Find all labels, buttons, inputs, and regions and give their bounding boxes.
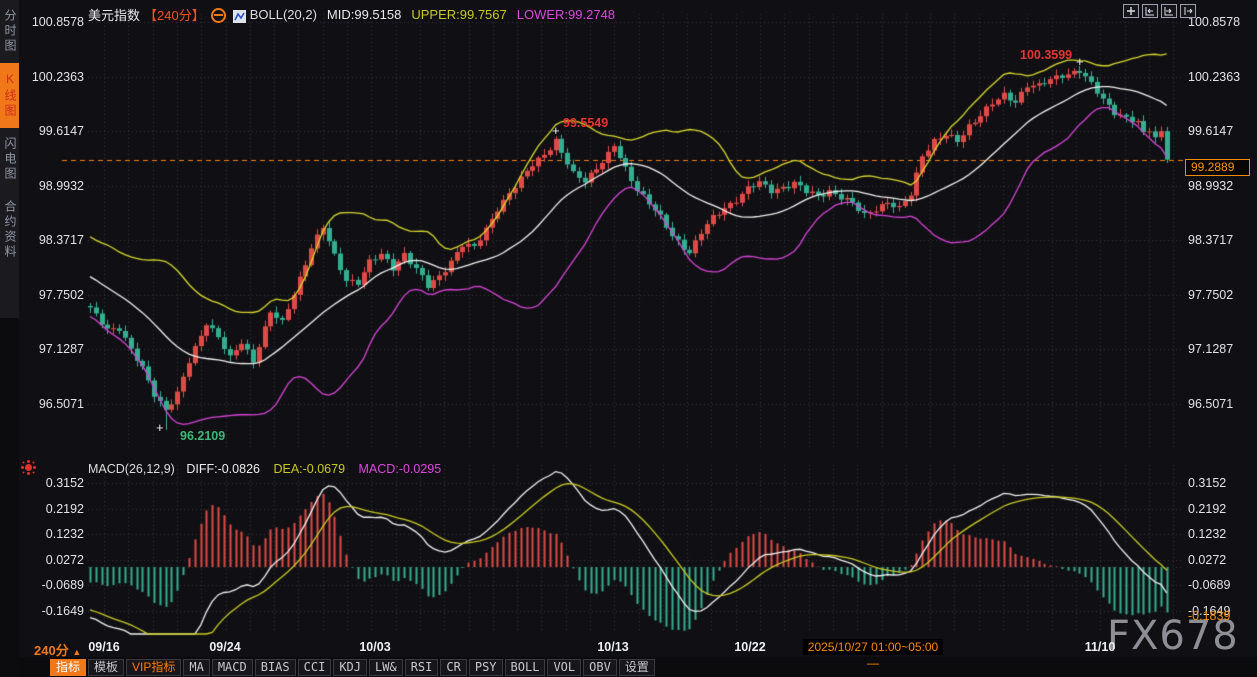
- current-macd-value: -0.1839: [1188, 609, 1231, 623]
- toolbar-button-macd[interactable]: MACD: [211, 659, 253, 676]
- price-axis-label-left: 100.2363: [31, 69, 84, 84]
- symbol-title: 美元指数: [88, 8, 141, 23]
- macd-macd-value: MACD:-0.0295: [358, 462, 442, 476]
- pan-right-icon[interactable]: [1180, 4, 1196, 18]
- price-axis-label-right: 97.1287: [1188, 342, 1234, 357]
- toolbar-button-lw[interactable]: LW&: [369, 659, 403, 676]
- toolbar-button-psy[interactable]: PSY: [468, 659, 503, 676]
- toolbar-button-[interactable]: 设置: [618, 659, 655, 676]
- corner-toolbar: [1123, 4, 1196, 18]
- move-tool-icon[interactable]: [1123, 4, 1139, 18]
- toolbar-button-rsi[interactable]: RSI: [404, 659, 439, 676]
- boll-lower-value: LOWER:99.2748: [516, 7, 616, 22]
- period-selector[interactable]: 240分 ▲: [34, 640, 81, 659]
- current-price-box: 99.2889: [1185, 159, 1250, 176]
- boll-mid-value: MID:99.5158: [326, 7, 402, 22]
- price-axis-label-left: 96.5071: [38, 396, 84, 411]
- sidebar-tab-contract-info[interactable]: 合约资料: [0, 191, 19, 269]
- price-annotation: 96.2109: [180, 429, 226, 443]
- date-tick-label: 10/03: [359, 640, 391, 654]
- annotation-cross-marker: +: [156, 420, 164, 435]
- date-tick-label: 09/24: [209, 640, 241, 654]
- price-axis-label-right: 98.9932: [1188, 178, 1234, 193]
- toolbar-button-cci[interactable]: CCI: [297, 659, 332, 676]
- toolbar-button-vip[interactable]: VIP指标: [126, 659, 182, 676]
- price-axis-label-left: 99.6147: [38, 124, 84, 139]
- compress-right-icon[interactable]: [1161, 4, 1177, 18]
- price-axis-label-right: 97.7502: [1188, 287, 1234, 302]
- macd-axis-label-left: -0.0689: [41, 578, 84, 593]
- macd-title: MACD(26,12,9): [88, 462, 175, 476]
- boll-mini-icon: [232, 10, 246, 23]
- macd-axis-label-left: 0.3152: [45, 476, 84, 490]
- macd-axis-label-right: -0.0689: [1188, 578, 1231, 593]
- macd-axis-label-left: 0.2192: [45, 501, 84, 516]
- toolbar-button-kdj[interactable]: KDJ: [333, 659, 368, 676]
- price-axis-label-right: 99.6147: [1188, 124, 1234, 139]
- toolbar-button-boll[interactable]: BOLL: [504, 659, 546, 676]
- macd-axis-label-left: 0.0272: [45, 552, 84, 567]
- boll-label: BOLL(20,2): [249, 7, 317, 22]
- toolbar-button-[interactable]: 模板: [88, 659, 125, 676]
- indicator-toolbar: 指标 模板 VIP指标 MA MACD BIAS CCI KDJ LW& RSI CR PSY BOLL…: [50, 659, 655, 676]
- sidebar-tab-time-chart[interactable]: 分时图: [0, 0, 19, 63]
- price-axis-label-left: 97.7502: [38, 287, 84, 302]
- date-tick-label: 10/22: [734, 640, 766, 654]
- period-badge: 【240分】: [144, 8, 205, 23]
- price-axis-label-left: 98.9932: [38, 178, 84, 193]
- date-tick-label: 09/16: [88, 640, 120, 654]
- sidebar-tab-lightning-chart[interactable]: 闪电图: [0, 128, 19, 191]
- price-annotation: 100.3599: [1020, 48, 1073, 62]
- price-axis-label-left: 97.1287: [38, 342, 84, 357]
- macd-axis-label-left: 0.1232: [45, 527, 84, 542]
- date-tick-label: 10/13: [597, 640, 629, 654]
- price-annotation: 99.5549: [563, 116, 609, 130]
- price-axis-label-right: 100.2363: [1188, 69, 1241, 84]
- price-axis-label-right: 98.3717: [1188, 233, 1234, 248]
- sidebar-filler: [0, 318, 19, 677]
- macd-axis-label-right: 0.1232: [1188, 527, 1227, 542]
- macd-axis-label-left: -0.1649: [41, 604, 84, 618]
- price-axis-label-right: 96.5071: [1188, 396, 1234, 411]
- toolbar-button-vol[interactable]: VOL: [547, 659, 582, 676]
- toolbar-button-bias[interactable]: BIAS: [254, 659, 296, 676]
- chart-canvas[interactable]: [0, 0, 1257, 677]
- annotation-cross-marker: +: [552, 123, 560, 138]
- annotation-cross-marker: +: [1076, 54, 1084, 69]
- burst-icon[interactable]: [25, 464, 32, 471]
- trading-app-window: 分时图 K线图 闪电图 合约资料 美元指数 【240分】 BOLL(20,2) MID…: [0, 0, 1257, 677]
- sidebar: 分时图 K线图 闪电图 合约资料: [0, 0, 19, 677]
- period-arrow-icon: ▲: [72, 647, 82, 657]
- macd-axis-label-right: 0.2192: [1188, 501, 1227, 516]
- macd-axis-label-right: 0.3152: [1188, 476, 1227, 490]
- collapse-icon[interactable]: [210, 8, 226, 23]
- session-range-box: 2025/10/27 01:00~05:00 —: [803, 639, 943, 670]
- chart-header: 美元指数 【240分】 BOLL(20,2) MID:99.5158 UPPER:99.…: [88, 5, 616, 23]
- macd-diff-value: DIFF:-0.0826: [186, 462, 260, 476]
- compress-left-icon[interactable]: [1142, 4, 1158, 18]
- price-axis-label-left: 98.3717: [38, 233, 84, 248]
- macd-dea-value: DEA:-0.0679: [273, 462, 346, 476]
- toolbar-button-cr[interactable]: CR: [440, 659, 467, 676]
- boll-upper-value: UPPER:99.7567: [411, 7, 507, 22]
- macd-header: MACD(26,12,9) DIFF:-0.0826 DEA:-0.0679 M…: [88, 462, 441, 476]
- sidebar-tab-kline-chart[interactable]: K线图: [0, 63, 19, 128]
- toolbar-button-ma[interactable]: MA: [183, 659, 210, 676]
- macd-axis-label-right: 0.0272: [1188, 552, 1227, 567]
- date-tick-label: 11/10: [1084, 640, 1116, 654]
- price-axis-label-left: 100.8578: [31, 15, 84, 29]
- toolbar-button-obv[interactable]: OBV: [583, 659, 617, 676]
- toolbar-button-[interactable]: 指标: [50, 659, 87, 676]
